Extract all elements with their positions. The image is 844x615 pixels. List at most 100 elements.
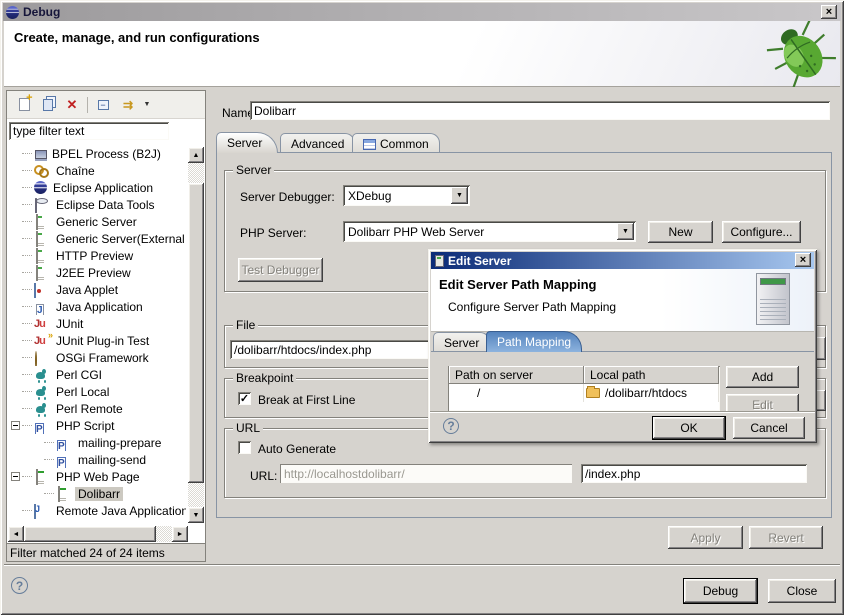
tree-item-http-preview[interactable]: HTTP Preview [8,247,186,264]
toolbar-separator [87,97,88,113]
tree-item-chaine[interactable]: Chaîne [8,162,186,179]
tab-common[interactable]: Common [352,133,440,154]
duplicate-configuration-button[interactable] [38,96,58,114]
perl-icon [34,385,50,399]
php-server-label: PHP Server: [240,226,306,240]
chevron-down-icon: ▼ [144,101,151,108]
php-server-icon [58,486,60,503]
wizard-banner: Create, manage, and run configurations [4,21,840,87]
file-group-legend: File [233,318,258,332]
path-mapping-table: Path on server Local path / /dolibarr/ht… [448,366,720,411]
tree-item-java-applet[interactable]: Java Applet [8,281,186,298]
tree-item-perl-cgi[interactable]: Perl CGI [8,366,186,383]
scroll-down-button[interactable]: ▼ [188,507,204,523]
ok-button[interactable]: OK [653,417,725,439]
scroll-left-button[interactable]: ◄ [8,526,24,542]
dialog-tab-path-mapping[interactable]: Path Mapping [486,331,582,352]
tree-item-dolibarr[interactable]: Dolibarr [8,485,186,502]
column-header-path-on-server[interactable]: Path on server [449,366,584,384]
debug-button[interactable]: Debug [684,579,757,603]
tree-item-osgi-framework[interactable]: OSGi Framework [8,349,186,366]
server-debugger-select[interactable]: XDebug ▼ [343,185,470,206]
delete-configuration-button[interactable]: ✕ [62,96,82,114]
dialog-heading: Edit Server Path Mapping [439,277,596,292]
php-icon: P [57,440,66,452]
table-cell-local-path[interactable]: /dolibarr/htdocs [584,384,719,402]
tree-item-java-application[interactable]: JJava Application [8,298,186,315]
tab-server[interactable]: Server [216,132,278,153]
tree-item-remote-java-application[interactable]: Remote Java Application [8,502,186,519]
tree-item-generic-server[interactable]: Generic Server [8,213,186,230]
database-icon [35,198,37,214]
table-cell-path-on-server[interactable]: / [449,384,584,402]
new-configuration-button[interactable] [14,96,34,114]
combo-arrow-icon[interactable]: ▼ [617,223,634,240]
tree-item-bpel-process[interactable]: BPEL Process (B2J) [8,145,186,162]
tab-advanced[interactable]: Advanced [280,133,355,154]
auto-generate-checkbox[interactable] [238,441,251,454]
tree-item-j2ee-preview[interactable]: J2EE Preview [8,264,186,281]
php-icon: P [57,457,66,469]
tree-item-eclipse-data-tools[interactable]: Eclipse Data Tools [8,196,186,213]
junit-plugin-icon: Ju [34,334,50,348]
cancel-button[interactable]: Cancel [733,417,805,439]
horizontal-scroll-thumb[interactable] [24,526,156,542]
server-debugger-label: Server Debugger: [240,190,335,204]
php-icon: P [35,423,44,435]
tree-item-mailing-prepare[interactable]: Pmailing-prepare [8,434,186,451]
php-server-icon [36,469,38,486]
scroll-up-icon: ▲ [193,152,200,159]
url-label: URL: [250,469,277,483]
tree-item-perl-local[interactable]: Perl Local [8,383,186,400]
vertical-scroll-thumb[interactable] [188,183,204,483]
folder-icon [586,388,600,398]
remote-java-icon [34,504,36,520]
tree-item-perl-remote[interactable]: Perl Remote [8,400,186,417]
help-button[interactable]: ? [11,577,28,594]
dialog-tab-server[interactable]: Server [433,332,490,352]
tree-item-junit[interactable]: JuJUnit [8,315,186,332]
dialog-button-bar: ? OK Cancel [430,411,815,441]
filter-icon: ⇉ [123,98,131,112]
debug-window: Debug × Create, manage, and run configur… [0,0,844,615]
scroll-up-button[interactable]: ▲ [188,147,204,163]
name-input[interactable]: Dolibarr [250,101,830,120]
new-server-button[interactable]: New [648,221,713,243]
window-close-button[interactable]: × [821,5,837,19]
tree-item-php-web-page[interactable]: PHP Web Page [8,468,186,485]
delete-icon: ✕ [67,97,78,113]
scroll-right-icon: ► [177,531,184,538]
dialog-titlebar: Edit Server [431,252,814,269]
tree-item-generic-server-external[interactable]: Generic Server(External La [8,230,186,247]
close-icon: × [826,7,832,18]
scroll-down-icon: ▼ [193,512,200,519]
filter-launch-button[interactable]: ⇉ [117,96,137,114]
dialog-close-button[interactable]: × [795,253,811,267]
revert-button: Revert [749,526,823,549]
server-icon [36,265,38,282]
tree-item-php-script[interactable]: PPHP Script [8,417,186,434]
combo-arrow-icon[interactable]: ▼ [451,187,468,204]
php-server-value: Dolibarr PHP Web Server [343,225,615,239]
php-server-select[interactable]: Dolibarr PHP Web Server ▼ [343,221,636,242]
column-header-local-path[interactable]: Local path [584,366,719,384]
tree-item-junit-plugin-test[interactable]: JuJUnit Plug-in Test [8,332,186,349]
dialog-help-button[interactable]: ? [443,418,459,434]
debug-bug-image [764,21,836,87]
dialog-subheading: Configure Server Path Mapping [448,300,616,314]
window-title: Debug [23,5,60,19]
toolbar-menu-button[interactable]: ▼ [141,96,153,114]
duplicate-icon [43,99,53,111]
url-path-input[interactable]: /index.php [581,464,807,483]
scroll-right-button[interactable]: ► [172,526,188,542]
configure-button[interactable]: Configure... [722,221,801,243]
type-filter-input[interactable]: type filter text [9,122,169,140]
add-mapping-button[interactable]: Add [726,366,799,388]
tree-item-eclipse-application[interactable]: Eclipse Application [8,179,186,196]
collapse-expander[interactable] [11,472,20,481]
close-button[interactable]: Close [768,579,836,603]
collapse-all-button[interactable]: − [93,96,113,114]
tree-item-mailing-send[interactable]: Pmailing-send [8,451,186,468]
collapse-expander[interactable] [11,421,20,430]
break-first-line-checkbox[interactable]: ✓ [238,392,251,405]
